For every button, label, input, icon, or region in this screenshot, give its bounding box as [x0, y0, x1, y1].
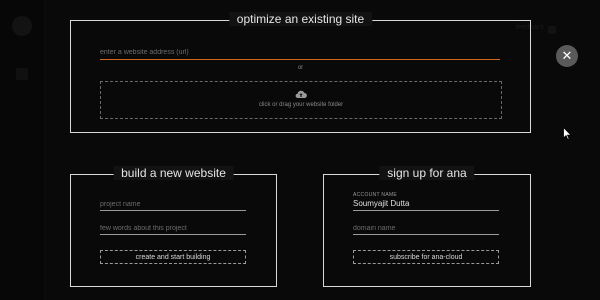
website-url-input[interactable]	[100, 45, 500, 60]
close-icon: ✕	[561, 48, 573, 63]
cloud-upload-icon	[295, 90, 307, 102]
build-panel-title: build a new website	[113, 166, 234, 180]
project-description-input[interactable]	[100, 222, 246, 235]
optimize-site-panel: optimize an existing site or click or dr…	[70, 12, 531, 133]
optimize-panel-title: optimize an existing site	[228, 12, 373, 26]
signup-panel-title: sign up for ana	[379, 166, 475, 180]
account-name-label: ACCOUNT NAME	[353, 192, 398, 198]
subscribe-button[interactable]: subscribe for ana-cloud	[353, 250, 499, 264]
or-separator: or	[297, 65, 304, 71]
close-button[interactable]: ✕	[556, 45, 578, 67]
domain-name-input[interactable]	[353, 222, 499, 235]
dropzone-label: click or drag your website folder	[258, 102, 344, 108]
signup-panel: sign up for ana ACCOUNT NAME Soumyajit D…	[323, 166, 531, 287]
build-website-panel: build a new website create and start bui…	[70, 166, 277, 287]
project-name-input[interactable]	[100, 198, 246, 211]
account-name-value[interactable]: Soumyajit Dutta	[353, 199, 499, 211]
create-and-build-button[interactable]: create and start building	[100, 250, 246, 264]
folder-dropzone[interactable]: click or drag your website folder	[100, 81, 502, 119]
